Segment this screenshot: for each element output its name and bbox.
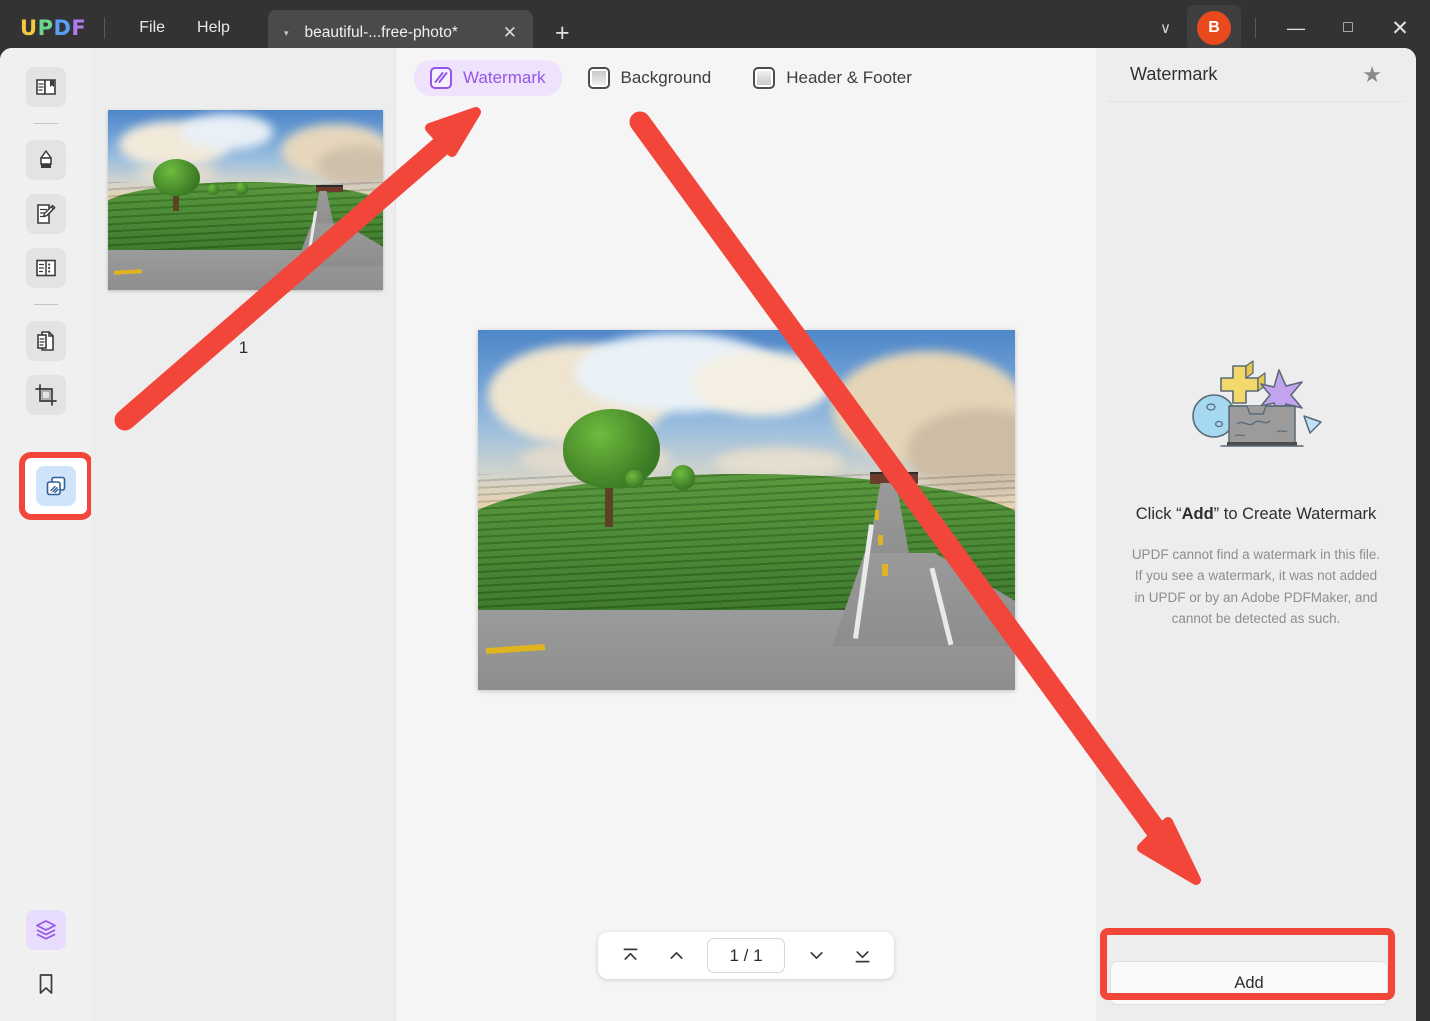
empty-state-illustration: [1181, 344, 1331, 479]
watermark-tool-highlight: [19, 452, 93, 520]
first-page-button[interactable]: [611, 939, 649, 973]
tab-watermark[interactable]: Watermark: [414, 60, 562, 96]
reader-icon: [34, 75, 58, 99]
page-navigation: 1 / 1: [598, 932, 894, 979]
thumbnail-panel[interactable]: 1: [91, 48, 396, 1021]
logo-letter-u: U: [20, 16, 38, 40]
sidebar-item-bookmark[interactable]: [26, 964, 66, 1004]
main-content: Watermark Background Header & Footer: [396, 48, 1096, 1021]
page-number-input[interactable]: 1 / 1: [707, 938, 785, 973]
empty-state-title: Click “Add” to Create Watermark: [1136, 503, 1377, 526]
logo-letter-p: P: [38, 16, 54, 40]
header-footer-icon: [753, 67, 775, 89]
tab-header-footer-label: Header & Footer: [786, 68, 912, 88]
page-thumbnail[interactable]: [108, 110, 383, 290]
watermark-panel: Watermark ★: [1096, 48, 1416, 1021]
empty-title-bold: Add: [1182, 505, 1214, 523]
watermark-icon: [430, 67, 452, 89]
sidebar-item-edit-pdf[interactable]: [26, 194, 66, 234]
avatar[interactable]: B: [1197, 11, 1231, 45]
crop-pages-icon: [34, 383, 58, 407]
file-menu[interactable]: File: [123, 13, 181, 43]
tab-watermark-label: Watermark: [463, 68, 546, 88]
empty-title-prefix: Click “: [1136, 505, 1182, 523]
watermark-empty-illustration: [1181, 344, 1331, 479]
sidebar-item-watermark[interactable]: [36, 466, 76, 506]
sidebar-item-crop[interactable]: [26, 375, 66, 415]
next-page-button[interactable]: [797, 939, 835, 973]
tab-background-label: Background: [621, 68, 712, 88]
thumbnail-artwork: [108, 110, 383, 290]
titlebar-divider: [104, 17, 105, 39]
rail-bottom-group: [0, 903, 91, 1011]
left-tool-rail: [0, 48, 91, 1021]
sidebar-item-comment[interactable]: [26, 140, 66, 180]
tab-header-footer[interactable]: Header & Footer: [737, 60, 928, 96]
empty-state-description: UPDF cannot find a watermark in this fil…: [1128, 544, 1384, 629]
chevron-down-icon[interactable]: ▾: [278, 28, 295, 39]
panel-header: Watermark ★: [1108, 48, 1404, 102]
sidebar-item-organize-pages[interactable]: [26, 248, 66, 288]
thumbnail-page-number: 1: [91, 338, 396, 358]
help-menu[interactable]: Help: [181, 13, 246, 43]
document-page[interactable]: [478, 330, 1015, 690]
bookmark-icon: [34, 972, 58, 996]
page-artwork: [478, 330, 1015, 690]
mode-tab-bar: Watermark Background Header & Footer: [396, 48, 1096, 108]
add-watermark-button[interactable]: Add: [1110, 961, 1388, 1005]
last-page-icon: [852, 945, 873, 966]
account-button[interactable]: B: [1187, 5, 1241, 51]
watermark-batch-icon: [44, 474, 68, 498]
logo-letter-d: D: [53, 16, 71, 40]
app-body: 1 Watermark Background Header & Footer: [0, 48, 1416, 1021]
last-page-button[interactable]: [843, 939, 881, 973]
edit-pdf-icon: [34, 202, 58, 226]
empty-title-suffix: ” to Create Watermark: [1214, 505, 1377, 523]
document-tab-title: beautiful-...free-photo*: [304, 24, 457, 42]
favorite-star-icon[interactable]: ★: [1362, 62, 1382, 88]
logo-letter-f: F: [71, 16, 86, 40]
chevron-up-icon: [666, 945, 687, 966]
rail-divider-2: [34, 304, 58, 305]
rail-divider-1: [34, 123, 58, 124]
updf-logo: UPDF: [20, 16, 86, 40]
panel-title: Watermark: [1130, 64, 1217, 85]
close-icon[interactable]: ✕: [501, 23, 519, 43]
page-stage: [396, 108, 1096, 911]
empty-state: Click “Add” to Create Watermark UPDF can…: [1096, 102, 1416, 1021]
convert-pdf-icon: [34, 329, 58, 353]
layers-icon: [34, 918, 58, 942]
chevron-down-icon: [806, 945, 827, 966]
previous-page-button[interactable]: [657, 939, 695, 973]
organize-pages-icon: [34, 256, 58, 280]
highlighter-icon: [34, 148, 58, 172]
first-page-icon: [620, 945, 641, 966]
sidebar-item-layers[interactable]: [26, 910, 66, 950]
titlebar-divider-2: [1255, 18, 1256, 38]
chevron-down-icon[interactable]: ∨: [1144, 9, 1187, 47]
background-icon: [588, 67, 610, 89]
sidebar-item-reader[interactable]: [26, 67, 66, 107]
add-button-container: Add: [1110, 961, 1388, 1005]
tab-background[interactable]: Background: [572, 60, 728, 96]
sidebar-item-convert[interactable]: [26, 321, 66, 361]
